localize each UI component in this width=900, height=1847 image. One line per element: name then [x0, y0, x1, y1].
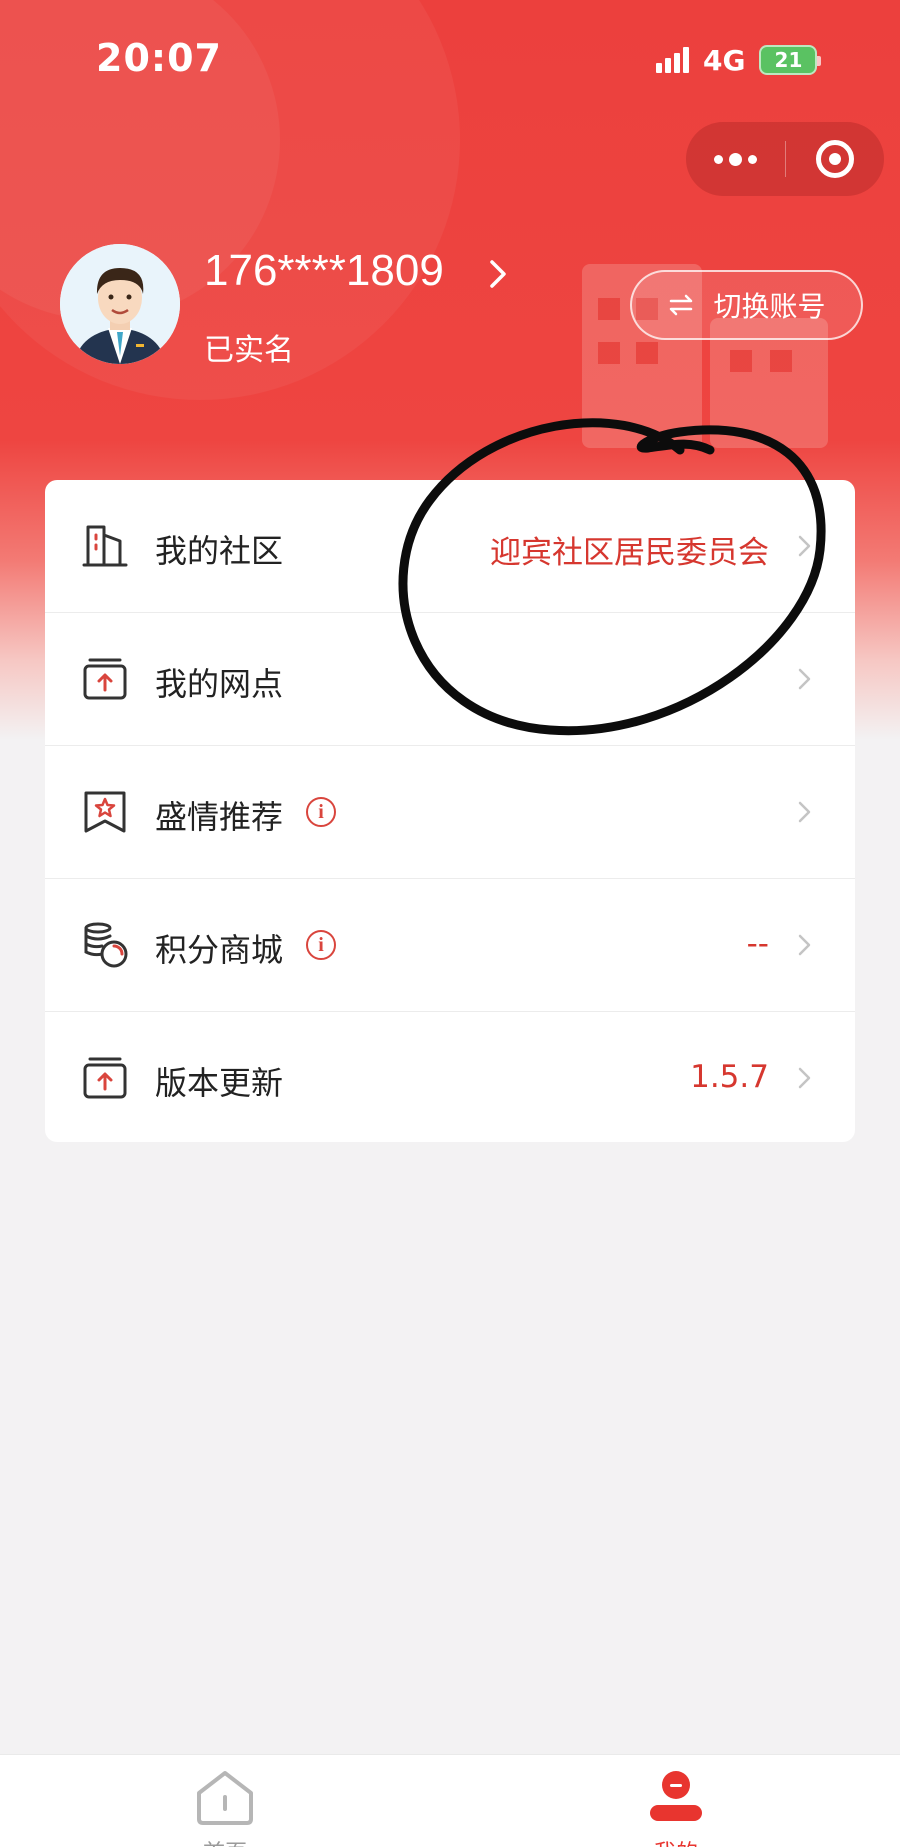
upload-box-icon — [83, 658, 127, 700]
switch-account-label: 切换账号 — [713, 290, 826, 323]
more-icon — [748, 154, 757, 164]
close-miniprogram-button[interactable] — [786, 122, 884, 196]
menu-item-label: 版本更新 — [155, 1064, 284, 1102]
swap-icon — [670, 294, 693, 316]
coins-icon — [84, 922, 128, 968]
switch-account-button[interactable]: 切换账号 — [630, 270, 863, 340]
avatar[interactable] — [60, 244, 180, 364]
signal-icon — [656, 47, 689, 73]
target-icon — [816, 140, 854, 178]
tab-home[interactable]: 首页 — [165, 1755, 285, 1847]
home-icon — [197, 1771, 253, 1825]
menu-item-label: 我的社区 — [155, 532, 284, 570]
menu-card: 我的社区 迎宾社区居民委员会 我的网点 盛情推荐 i 积分商城 i -- 版本更… — [45, 480, 855, 1142]
chevron-right-icon — [798, 668, 811, 690]
chevron-right-icon — [798, 934, 811, 956]
status-indicators: 4G 21 — [656, 43, 822, 77]
chevron-right-icon[interactable] — [480, 256, 516, 292]
chevron-right-icon — [798, 535, 811, 557]
status-time: 20:07 — [96, 36, 222, 80]
tab-mine-label: 我的 — [616, 1835, 736, 1847]
menu-item-label: 积分商城 — [155, 931, 284, 969]
tab-mine[interactable]: 我的 — [616, 1755, 736, 1847]
building-icon — [82, 525, 128, 567]
menu-item-label: 盛情推荐 — [155, 798, 284, 836]
menu-item-label: 我的网点 — [155, 665, 284, 703]
network-type: 4G — [703, 43, 746, 77]
menu-item-value: 迎宾社区居民委员会 — [490, 535, 769, 571]
info-icon[interactable]: i — [306, 797, 336, 827]
verification-status: 已实名 — [204, 333, 294, 368]
battery-icon: 21 — [759, 45, 822, 75]
chevron-right-icon — [798, 801, 811, 823]
menu-item-value: 1.5.7 — [690, 1059, 769, 1095]
chevron-right-icon — [798, 1067, 811, 1089]
phone-number[interactable]: 176****1809 — [204, 246, 444, 296]
info-icon[interactable]: i — [306, 930, 336, 960]
more-icon — [714, 154, 723, 164]
more-button[interactable] — [686, 122, 785, 196]
menu-item-recommendation[interactable]: 盛情推荐 i — [45, 746, 855, 878]
avatar-illustration — [60, 244, 180, 364]
upload-box-icon — [83, 1057, 127, 1099]
menu-item-version-update[interactable]: 版本更新 1.5.7 — [45, 1012, 855, 1144]
tab-bar: 首页 我的 — [0, 1754, 900, 1847]
battery-level: 21 — [774, 48, 803, 72]
menu-item-value: -- — [746, 926, 769, 962]
menu-item-my-community[interactable]: 我的社区 迎宾社区居民委员会 — [45, 480, 855, 612]
menu-item-my-outlet[interactable]: 我的网点 — [45, 613, 855, 745]
miniprogram-capsule — [686, 122, 884, 196]
more-icon — [729, 152, 742, 166]
star-bookmark-icon — [84, 791, 126, 833]
user-icon — [650, 1771, 702, 1821]
menu-item-points-mall[interactable]: 积分商城 i -- — [45, 879, 855, 1011]
tab-home-label: 首页 — [165, 1835, 285, 1847]
